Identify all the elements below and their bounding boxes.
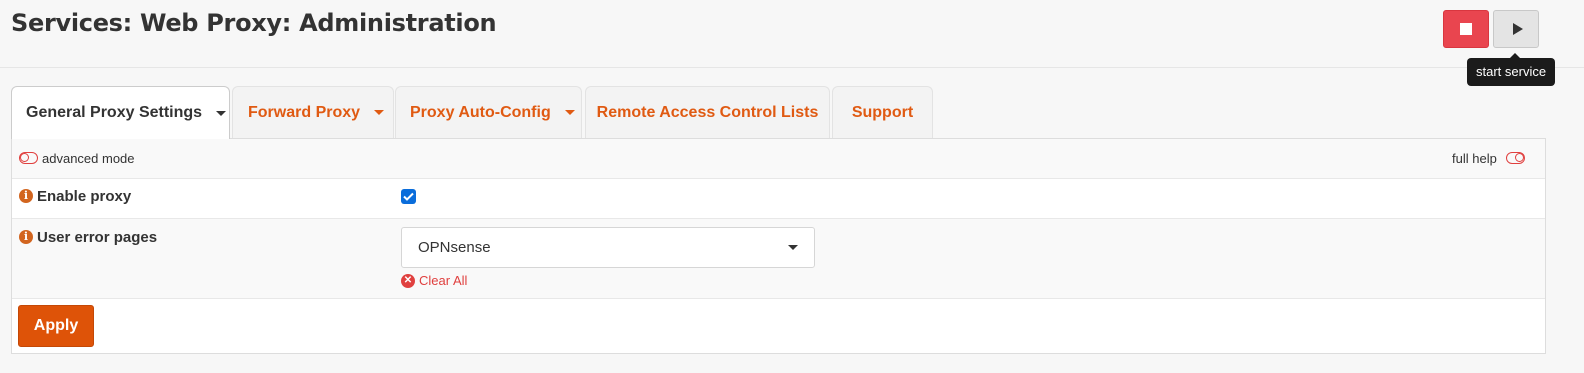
- tab-label: Forward Proxy: [248, 103, 361, 121]
- advanced-mode-toggle[interactable]: [19, 152, 38, 164]
- chevron-down-icon: [564, 110, 575, 115]
- stop-square-icon: [1460, 23, 1472, 35]
- settings-panel: advanced mode full help i Enable proxy i…: [11, 138, 1546, 354]
- tab-label: General Proxy Settings: [26, 104, 203, 121]
- user-error-pages-label: User error pages: [37, 229, 158, 246]
- checkmark-icon: [403, 192, 414, 201]
- clear-all-label: Clear All: [419, 273, 468, 288]
- info-icon[interactable]: i: [19, 189, 33, 203]
- full-help-toggle[interactable]: [1506, 152, 1525, 164]
- apply-row: Apply: [12, 299, 1545, 353]
- stop-service-button[interactable]: [1443, 10, 1489, 48]
- select-value: OPNsense: [418, 239, 491, 256]
- page-header: Services: Web Proxy: Administration: [0, 0, 1584, 68]
- user-error-pages-select[interactable]: OPNsense: [401, 227, 815, 268]
- user-error-pages-row: i User error pages OPNsense ✕ Clear All: [12, 219, 1545, 299]
- chevron-down-icon: [374, 110, 385, 115]
- info-icon[interactable]: i: [19, 230, 33, 244]
- start-service-tooltip: start service: [1467, 53, 1556, 86]
- tab-label: Remote Access Control Lists: [596, 103, 819, 121]
- play-icon: [1512, 23, 1523, 35]
- clear-all-link[interactable]: ✕ Clear All: [401, 273, 467, 288]
- chevron-down-icon: [216, 110, 227, 116]
- tab-support[interactable]: Support: [832, 86, 933, 138]
- enable-proxy-row: i Enable proxy: [12, 179, 1545, 219]
- clear-x-icon: ✕: [401, 273, 415, 288]
- chevron-down-icon: [788, 245, 798, 250]
- page-title: Services: Web Proxy: Administration: [11, 9, 497, 37]
- enable-proxy-checkbox[interactable]: [401, 189, 416, 204]
- tab-label: Support: [851, 103, 914, 121]
- tab-label: Proxy Auto-Config: [410, 103, 551, 121]
- full-help-label: full help: [1452, 151, 1497, 166]
- tab-general-proxy-settings[interactable]: General Proxy Settings: [11, 86, 230, 139]
- mode-row: advanced mode full help: [12, 139, 1545, 179]
- tab-proxy-auto-config[interactable]: Proxy Auto-Config: [395, 86, 582, 138]
- tab-forward-proxy[interactable]: Forward Proxy: [232, 86, 394, 138]
- advanced-mode-label: advanced mode: [42, 151, 135, 166]
- tab-remote-access-control-lists[interactable]: Remote Access Control Lists: [585, 86, 830, 138]
- apply-button[interactable]: Apply: [18, 305, 94, 347]
- start-service-button[interactable]: [1493, 10, 1539, 48]
- enable-proxy-label: Enable proxy: [37, 188, 132, 205]
